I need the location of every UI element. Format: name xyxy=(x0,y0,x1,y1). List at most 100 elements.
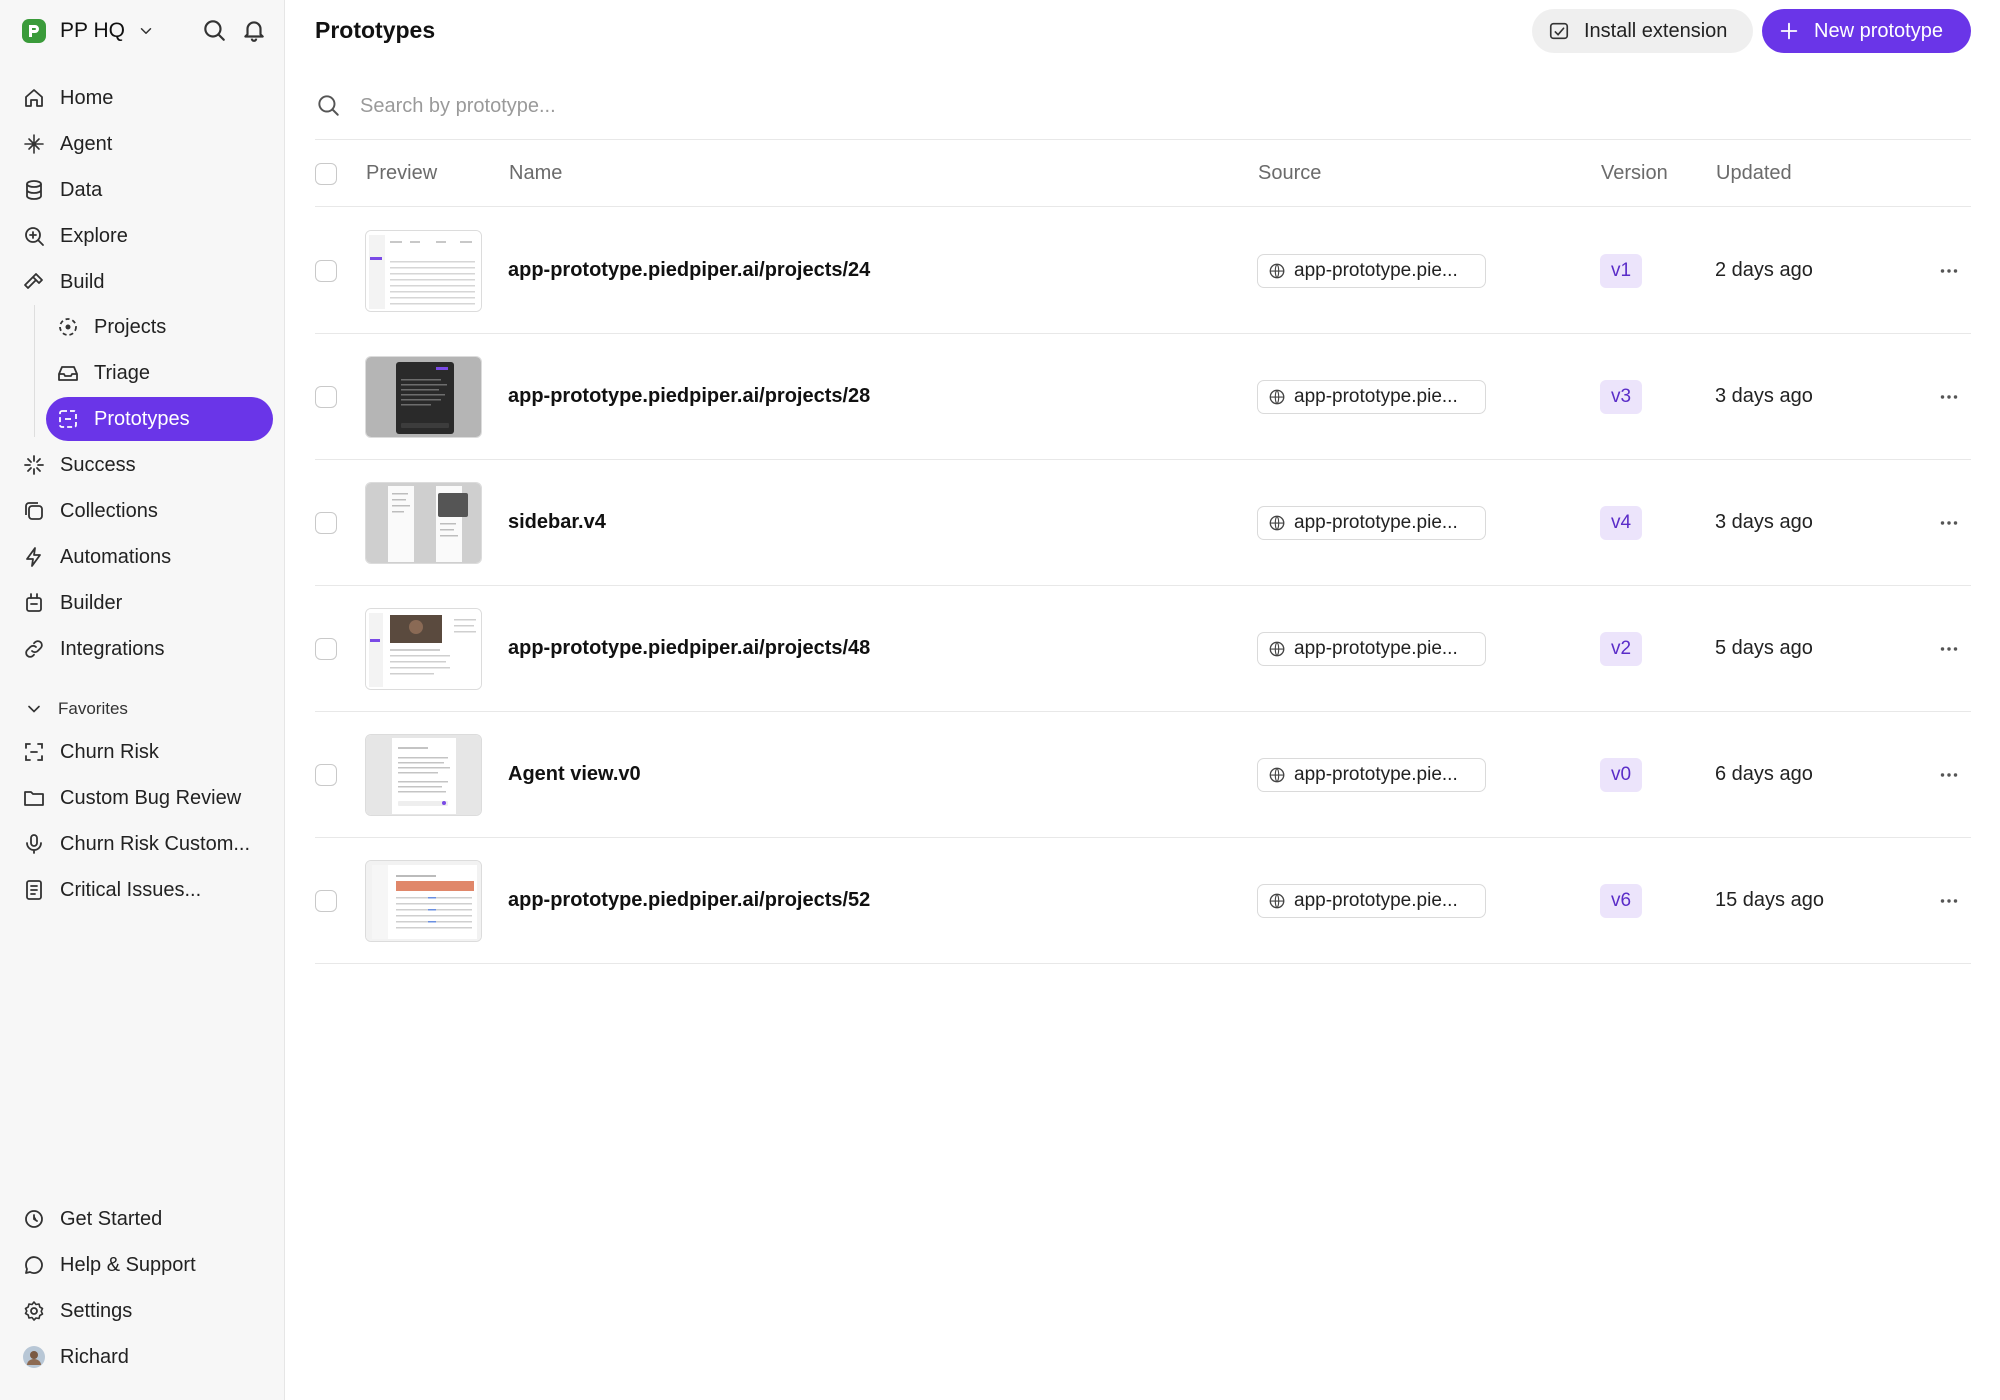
source-chip[interactable]: app-prototype.pie... xyxy=(1257,380,1486,414)
updated-time: 6 days ago xyxy=(1715,763,1813,785)
bell-icon[interactable] xyxy=(241,17,267,43)
source-label: app-prototype.pie... xyxy=(1294,764,1458,785)
table-row[interactable]: app-prototype.piedpiper.ai/projects/24 a… xyxy=(315,208,1971,334)
preview-thumbnail[interactable] xyxy=(365,482,482,564)
favorites-toggle[interactable]: Favorites xyxy=(24,699,128,719)
new-prototype-label: New prototype xyxy=(1814,19,1943,42)
favorite-custom-bug-review[interactable]: Custom Bug Review xyxy=(24,776,273,820)
nav-label: Collections xyxy=(60,499,158,522)
favorite-label: Churn Risk xyxy=(60,740,159,763)
new-prototype-button[interactable]: New prototype xyxy=(1762,9,1971,53)
more-horizontal-icon[interactable] xyxy=(1936,762,1962,788)
favorite-churn-risk-custom[interactable]: Churn Risk Custom... xyxy=(26,822,273,866)
nav-collections[interactable]: Collections xyxy=(25,489,273,533)
row-checkbox[interactable] xyxy=(315,260,337,282)
nav-label: Automations xyxy=(60,545,172,568)
row-checkbox[interactable] xyxy=(315,890,337,912)
row-checkbox[interactable] xyxy=(315,638,337,660)
source-chip[interactable]: app-prototype.pie... xyxy=(1257,506,1486,540)
preview-thumbnail[interactable] xyxy=(365,230,482,312)
nav-triage[interactable]: Triage xyxy=(46,351,273,395)
row-checkbox[interactable] xyxy=(315,512,337,534)
nav-label: Help & Support xyxy=(60,1253,196,1276)
preview-thumbnail[interactable] xyxy=(365,608,482,690)
nav-projects[interactable]: Projects xyxy=(46,305,273,349)
select-all-checkbox[interactable] xyxy=(315,163,337,185)
preview-thumbnail[interactable] xyxy=(365,356,482,438)
nav-help-support[interactable]: Help & Support xyxy=(25,1243,273,1287)
column-name[interactable]: Name xyxy=(509,162,562,185)
prototype-name[interactable]: app-prototype.piedpiper.ai/projects/52 xyxy=(508,889,870,912)
column-source[interactable]: Source xyxy=(1258,162,1321,185)
workspace-name: PP HQ xyxy=(60,19,125,42)
nav-explore[interactable]: Explore xyxy=(25,214,273,258)
globe-icon xyxy=(1269,263,1285,279)
table-row[interactable]: sidebar.v4 app-prototype.pie... v4 3 day… xyxy=(315,460,1971,586)
version-badge: v4 xyxy=(1600,506,1643,540)
source-label: app-prototype.pie... xyxy=(1294,386,1458,407)
nav-automations[interactable]: Automations xyxy=(26,535,273,579)
prototype-name[interactable]: app-prototype.piedpiper.ai/projects/48 xyxy=(508,637,870,660)
more-horizontal-icon[interactable] xyxy=(1936,636,1962,662)
link-icon xyxy=(25,640,43,658)
preview-thumbnail[interactable] xyxy=(365,860,482,942)
source-chip[interactable]: app-prototype.pie... xyxy=(1257,254,1486,288)
install-extension-button[interactable]: Install extension xyxy=(1532,9,1753,53)
gear-icon xyxy=(24,1301,44,1321)
version-badge: v6 xyxy=(1600,884,1643,918)
table-row[interactable]: app-prototype.piedpiper.ai/projects/28 a… xyxy=(315,334,1971,460)
nav-agent[interactable]: Agent xyxy=(24,122,273,166)
nav-builder[interactable]: Builder xyxy=(26,581,273,625)
nav-user[interactable]: Richard xyxy=(23,1335,273,1379)
table-row[interactable]: Agent view.v0 app-prototype.pie... v0 6 … xyxy=(315,712,1971,838)
workspace-switcher[interactable]: PP HQ xyxy=(22,16,155,46)
chat-icon xyxy=(25,1256,43,1274)
column-version[interactable]: Version xyxy=(1601,162,1668,185)
nav-integrations[interactable]: Integrations xyxy=(25,627,273,671)
more-horizontal-icon[interactable] xyxy=(1936,510,1962,536)
search-input[interactable] xyxy=(360,90,1260,122)
column-preview: Preview xyxy=(366,162,438,184)
more-horizontal-icon[interactable] xyxy=(1936,258,1962,284)
updated-time: 15 days ago xyxy=(1715,889,1824,911)
favorites-heading: Favorites xyxy=(58,699,128,718)
preview-thumbnail[interactable] xyxy=(365,734,482,816)
folder-icon xyxy=(24,791,44,806)
table-row[interactable]: app-prototype.piedpiper.ai/projects/52 a… xyxy=(315,838,1971,964)
sparkle-icon xyxy=(24,134,44,154)
favorite-critical-issues[interactable]: Critical Issues... xyxy=(26,868,273,912)
table-row[interactable]: app-prototype.piedpiper.ai/projects/48 a… xyxy=(315,586,1971,712)
prototype-name[interactable]: Agent view.v0 xyxy=(508,763,641,786)
nav-get-started[interactable]: Get Started xyxy=(25,1197,273,1241)
version-badge: v3 xyxy=(1600,380,1643,414)
nav-prototypes[interactable]: Prototypes xyxy=(46,397,273,441)
more-horizontal-icon[interactable] xyxy=(1936,888,1962,914)
source-chip[interactable]: app-prototype.pie... xyxy=(1257,758,1486,792)
nav-home[interactable]: Home xyxy=(25,76,273,120)
favorite-label: Critical Issues... xyxy=(60,878,202,901)
home-icon xyxy=(25,89,43,107)
nav-settings[interactable]: Settings xyxy=(24,1289,273,1333)
prototype-name[interactable]: app-prototype.piedpiper.ai/projects/24 xyxy=(508,259,870,282)
scan-icon xyxy=(25,743,43,761)
favorite-label: Custom Bug Review xyxy=(60,786,242,809)
row-checkbox[interactable] xyxy=(315,386,337,408)
nav-label: Agent xyxy=(60,132,113,155)
mic-icon xyxy=(26,834,42,854)
prototype-name[interactable]: sidebar.v4 xyxy=(508,511,606,534)
nav-success[interactable]: Success xyxy=(24,443,273,487)
nav-build[interactable]: Build xyxy=(24,260,273,304)
column-updated[interactable]: Updated xyxy=(1716,162,1792,185)
source-chip[interactable]: app-prototype.pie... xyxy=(1257,632,1486,666)
search-icon[interactable] xyxy=(201,17,227,43)
more-horizontal-icon[interactable] xyxy=(1936,384,1962,410)
nav-data[interactable]: Data xyxy=(26,168,273,212)
source-chip[interactable]: app-prototype.pie... xyxy=(1257,884,1486,918)
prototype-name[interactable]: app-prototype.piedpiper.ai/projects/28 xyxy=(508,385,870,408)
burst-icon xyxy=(24,455,44,475)
projects-icon xyxy=(59,318,77,336)
clock-icon xyxy=(25,1210,43,1228)
row-checkbox[interactable] xyxy=(315,764,337,786)
workspace-logo-icon xyxy=(22,19,46,43)
favorite-churn-risk[interactable]: Churn Risk xyxy=(25,730,273,774)
